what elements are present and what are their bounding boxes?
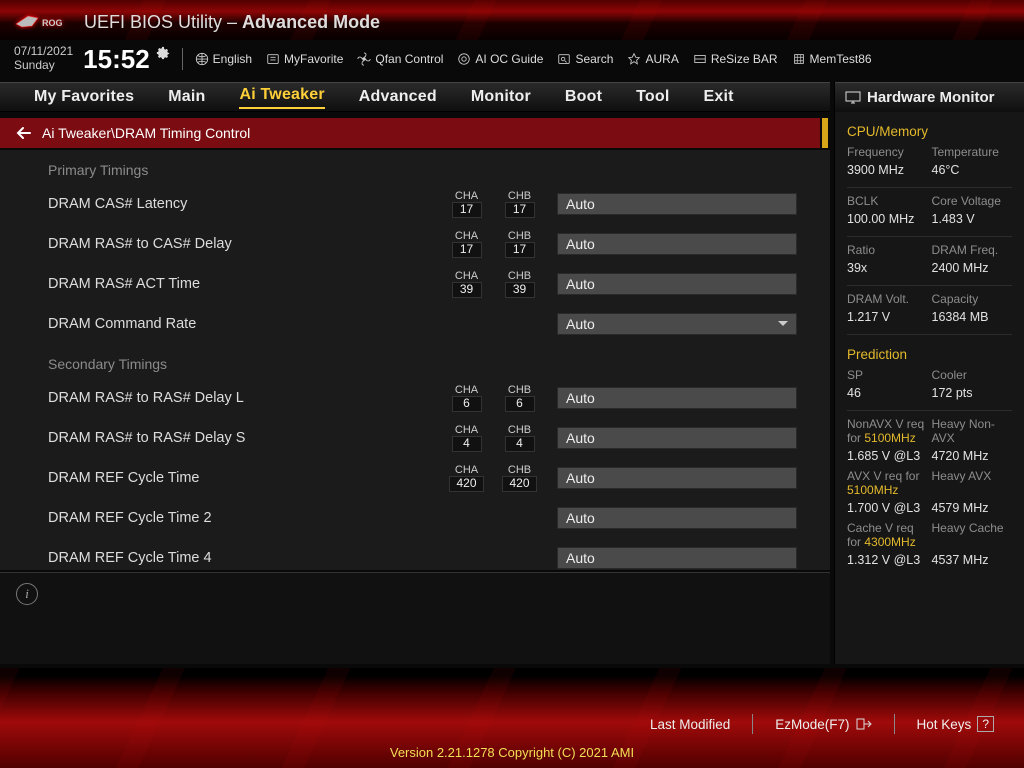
aura-button[interactable]: AURA bbox=[627, 52, 678, 66]
field-ras-to-ras-s[interactable]: Auto bbox=[557, 427, 797, 449]
hw-heavy-nonavx: 4720 MHz bbox=[932, 449, 1013, 463]
hardware-monitor-panel: Hardware Monitor CPU/Memory FrequencyTem… bbox=[834, 82, 1024, 664]
field-ref-cycle[interactable]: Auto bbox=[557, 467, 797, 489]
breadcrumb-text: Ai Tweaker\DRAM Timing Control bbox=[42, 125, 250, 141]
tab-exit[interactable]: Exit bbox=[704, 88, 734, 106]
info-icon: i bbox=[16, 583, 38, 605]
hw-avx-vreq: 1.700 V @L3 bbox=[847, 501, 928, 515]
language-button[interactable]: English bbox=[195, 52, 252, 66]
resizebar-button[interactable]: ReSize BAR bbox=[693, 52, 778, 66]
app-title: UEFI BIOS Utility – Advanced Mode bbox=[84, 12, 380, 33]
hw-cache-vreq: 1.312 V @L3 bbox=[847, 553, 928, 567]
qfan-button[interactable]: Qfan Control bbox=[357, 52, 443, 66]
section-secondary: Secondary Timings bbox=[0, 344, 830, 378]
scroll-indicator[interactable] bbox=[822, 118, 828, 148]
section-primary: Primary Timings bbox=[0, 150, 830, 184]
svg-text:ROG: ROG bbox=[42, 18, 63, 28]
tab-myfavorites[interactable]: My Favorites bbox=[34, 88, 134, 106]
last-modified-button[interactable]: Last Modified bbox=[634, 717, 746, 732]
bottom-bar: Last Modified EzMode(F7) Hot Keys ? Vers… bbox=[0, 668, 1024, 768]
hw-dram-volt: 1.217 V bbox=[847, 310, 928, 324]
breadcrumb: Ai Tweaker\DRAM Timing Control bbox=[0, 118, 820, 148]
row-ref-cycle[interactable]: DRAM REF Cycle Time CHA420 CHB420 Auto bbox=[0, 458, 830, 498]
tab-main[interactable]: Main bbox=[168, 88, 205, 106]
monitor-icon bbox=[845, 91, 861, 105]
row-ras-act[interactable]: DRAM RAS# ACT Time CHA39 CHB39 Auto bbox=[0, 264, 830, 304]
hw-heavy-avx: 4579 MHz bbox=[932, 501, 1013, 515]
main-tabs: My Favorites Main Ai Tweaker Advanced Mo… bbox=[0, 82, 830, 112]
settings-pane: Primary Timings DRAM CAS# Latency CHA17 … bbox=[0, 150, 830, 570]
hw-core-voltage: 1.483 V bbox=[932, 212, 1013, 226]
hw-bclk: 100.00 MHz bbox=[847, 212, 928, 226]
myfavorite-button[interactable]: MyFavorite bbox=[266, 52, 343, 66]
info-row: 07/11/2021 Sunday 15:52 English MyFavori… bbox=[0, 44, 1024, 74]
field-ras-to-cas[interactable]: Auto bbox=[557, 233, 797, 255]
memtest-button[interactable]: MemTest86 bbox=[792, 52, 872, 66]
help-footer: i bbox=[0, 572, 830, 664]
row-ras-to-ras-l[interactable]: DRAM RAS# to RAS# Delay L CHA6 CHB6 Auto bbox=[0, 378, 830, 418]
clock: 15:52 bbox=[83, 44, 150, 75]
field-ref-cycle-4[interactable]: Auto bbox=[557, 547, 797, 569]
row-ref-cycle-4[interactable]: DRAM REF Cycle Time 4 Auto bbox=[0, 538, 830, 570]
hw-frequency: 3900 MHz bbox=[847, 163, 928, 177]
title-bar: ROG UEFI BIOS Utility – Advanced Mode bbox=[0, 8, 1024, 36]
ezmode-button[interactable]: EzMode(F7) bbox=[759, 717, 887, 732]
version-text: Version 2.21.1278 Copyright (C) 2021 AMI bbox=[0, 745, 1024, 760]
row-ras-to-ras-s[interactable]: DRAM RAS# to RAS# Delay S CHA4 CHB4 Auto bbox=[0, 418, 830, 458]
hw-sp: 46 bbox=[847, 386, 928, 400]
row-cas-latency[interactable]: DRAM CAS# Latency CHA17 CHB17 Auto bbox=[0, 184, 830, 224]
search-button[interactable]: Search bbox=[557, 52, 613, 66]
hw-dram-freq: 2400 MHz bbox=[932, 261, 1013, 275]
tab-advanced[interactable]: Advanced bbox=[359, 88, 437, 106]
hw-capacity: 16384 MB bbox=[932, 310, 1013, 324]
hardware-monitor-title: Hardware Monitor bbox=[835, 82, 1024, 112]
hw-cooler: 172 pts bbox=[932, 386, 1013, 400]
field-command-rate[interactable]: Auto bbox=[557, 313, 797, 335]
aioc-button[interactable]: AI OC Guide bbox=[457, 52, 543, 66]
hotkeys-button[interactable]: Hot Keys ? bbox=[901, 716, 1010, 732]
hw-nonavx-vreq: 1.685 V @L3 bbox=[847, 449, 928, 463]
tab-boot[interactable]: Boot bbox=[565, 88, 602, 106]
hw-section-prediction: Prediction bbox=[847, 347, 1012, 362]
rog-logo: ROG bbox=[14, 11, 74, 33]
hw-section-cpu: CPU/Memory bbox=[847, 124, 1012, 139]
field-cas-latency[interactable]: Auto bbox=[557, 193, 797, 215]
clock-settings-icon[interactable] bbox=[156, 46, 170, 60]
field-ras-to-ras-l[interactable]: Auto bbox=[557, 387, 797, 409]
tab-tool[interactable]: Tool bbox=[636, 88, 669, 106]
row-ref-cycle-2[interactable]: DRAM REF Cycle Time 2 Auto bbox=[0, 498, 830, 538]
row-command-rate[interactable]: DRAM Command Rate Auto bbox=[0, 304, 830, 344]
field-ref-cycle-2[interactable]: Auto bbox=[557, 507, 797, 529]
tab-aitweaker[interactable]: Ai Tweaker bbox=[239, 86, 324, 109]
exit-icon bbox=[856, 718, 872, 730]
hw-temperature: 46°C bbox=[932, 163, 1013, 177]
hw-heavy-cache: 4537 MHz bbox=[932, 553, 1013, 567]
date-block: 07/11/2021 Sunday bbox=[14, 45, 73, 73]
tab-monitor[interactable]: Monitor bbox=[471, 88, 531, 106]
hw-ratio: 39x bbox=[847, 261, 928, 275]
field-ras-act[interactable]: Auto bbox=[557, 273, 797, 295]
row-ras-to-cas[interactable]: DRAM RAS# to CAS# Delay CHA17 CHB17 Auto bbox=[0, 224, 830, 264]
back-icon[interactable] bbox=[16, 126, 32, 140]
